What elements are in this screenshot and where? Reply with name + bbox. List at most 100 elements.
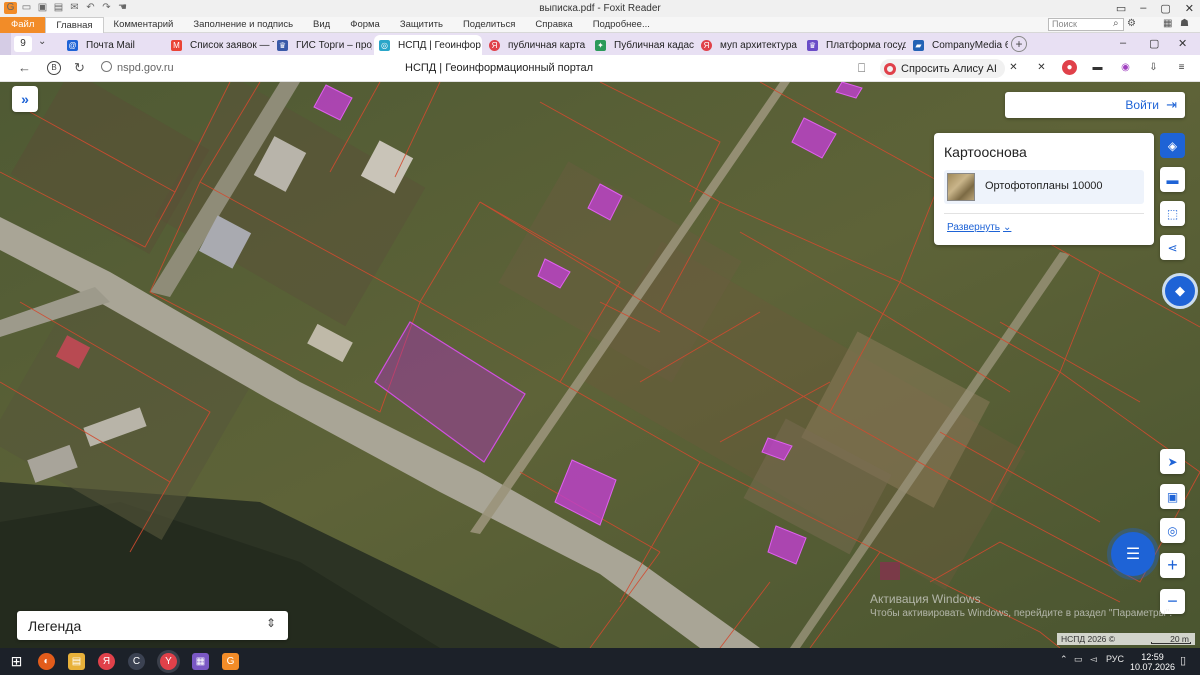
chevron-down-icon[interactable]: ⌄ (38, 36, 46, 47)
cadastral-favicon-icon: ✦ (595, 39, 606, 51)
address-bar: ← B ↻ nspd.gov.ru НСПД | Геоинформационн… (0, 55, 1200, 82)
menu-icon[interactable]: ≡ (1174, 60, 1189, 75)
browser-tab-cadastral[interactable]: ✦ Публичная кадастр (590, 35, 694, 55)
file-explorer-icon[interactable]: ▤ (68, 653, 85, 670)
ribbon-tab-protect[interactable]: Защитить (390, 17, 453, 33)
browser-tab-requests[interactable]: M Список заявок — Те (166, 35, 274, 55)
geo-search-icon[interactable]: ◎ (1160, 518, 1185, 543)
ribbon-tab-view[interactable]: Вид (303, 17, 340, 33)
close-button[interactable]: ✕ (1185, 2, 1194, 15)
firefox-icon[interactable]: ◐ (38, 653, 55, 670)
windows-activation-watermark: Активация Windows Чтобы активировать Win… (870, 592, 1173, 619)
layers-tool-icon[interactable]: ◈ (1160, 133, 1185, 158)
chevron-updown-icon: ⇕ (265, 616, 276, 630)
login-button[interactable]: Войти ⇥ (1005, 92, 1185, 118)
account-icon[interactable]: ☗ (1180, 18, 1189, 29)
extension-shield-icon[interactable]: ▬ (1090, 60, 1105, 75)
print-icon[interactable]: ▤ (52, 2, 65, 14)
emblem-favicon-icon: ♛ (277, 39, 288, 51)
share-tool-icon[interactable]: ⋖ (1160, 235, 1185, 260)
page-title: НСПД | Геоинформационный портал (405, 62, 594, 74)
window-title: выписка.pdf - Foxit Reader (539, 3, 661, 14)
redo-icon[interactable]: ↷ (100, 2, 113, 14)
extension-x2-icon[interactable]: ✕ (1034, 60, 1049, 75)
minimize-button[interactable]: – (1120, 37, 1126, 49)
ruler-tool-icon[interactable]: ▬ (1160, 167, 1185, 192)
browser-tab-strip: 9 ⌄ @ Почта Mail M Список заявок — Те ♛ … (0, 33, 1200, 55)
browser-tab-companymedia[interactable]: ▰ CompanyMedia 6.3.1 (908, 35, 1008, 55)
clock[interactable]: 12:59 10.07.2026 (1130, 652, 1175, 672)
minimize-button[interactable]: – (1140, 2, 1146, 15)
chat-icon[interactable]: ☰ (1111, 532, 1155, 576)
map-attribution: НСПД 2026 © 20 m (1057, 633, 1195, 645)
ribbon-tab-help[interactable]: Справка (525, 17, 582, 33)
settings-icon[interactable]: ⚙ (1127, 18, 1136, 29)
save-icon[interactable]: ▣ (36, 2, 49, 14)
ribbon-toggle-icon[interactable]: ▭ (1116, 2, 1126, 15)
mail-favicon-icon: @ (67, 39, 78, 51)
network-icon[interactable]: ▭ (1074, 654, 1083, 665)
url-field[interactable]: nspd.gov.ru (117, 62, 174, 74)
nspd-favicon-icon: ◎ (379, 39, 390, 51)
login-icon: ⇥ (1166, 97, 1177, 112)
maximize-button[interactable]: ▢ (1160, 2, 1170, 15)
yandex-shield-icon[interactable]: B (47, 61, 61, 75)
browser-tab-mail[interactable]: @ Почта Mail (62, 35, 170, 55)
tray-chevron-up-icon[interactable]: ⌃ (1060, 654, 1068, 665)
ribbon-tab-form[interactable]: Форма (340, 17, 390, 33)
ribbon-tab-more[interactable]: Подробнее... (583, 17, 660, 33)
alice-icon (884, 62, 896, 75)
extension-x-icon[interactable]: ✕ (1006, 60, 1021, 75)
browser-tab-mup[interactable]: Я муп архитектура ис (696, 35, 800, 55)
legend-dropdown[interactable]: Легенда ⇕ (17, 611, 288, 640)
yandex-favicon-icon: Я (701, 39, 712, 51)
browser-tab-nspd[interactable]: ◎ НСПД | Геоинфор ✕ (374, 35, 482, 55)
foxit-reader-icon[interactable]: G (222, 653, 239, 670)
locate-icon[interactable]: ➤ (1160, 449, 1185, 474)
ribbon-tab-home[interactable]: Главная (45, 17, 104, 33)
language-indicator[interactable]: РУС (1106, 654, 1124, 664)
security-icon[interactable] (101, 61, 112, 72)
ribbon-tab-file[interactable]: Файл (0, 17, 46, 33)
basemap-option-orthophoto[interactable]: Ортофотопланы 10000 (944, 170, 1144, 204)
tab-counter[interactable]: 9 (14, 36, 32, 52)
yandex-icon[interactable]: Я (98, 653, 115, 670)
notifications-icon[interactable]: ▯ (1180, 654, 1186, 667)
volume-icon[interactable]: ◅ (1090, 654, 1097, 665)
maximize-button[interactable]: ▢ (1149, 37, 1159, 50)
browser-tab-gis-torgi[interactable]: ♛ ГИС Торги – прода: (272, 35, 372, 55)
new-tab-button[interactable]: + (1011, 36, 1027, 52)
ask-alice-button[interactable]: Спросить Алису AI (880, 59, 1005, 78)
ribbon-tab-fill-sign[interactable]: Заполнение и подпись (183, 17, 303, 33)
assistant-icon[interactable]: ◆ (1162, 273, 1198, 309)
close-button[interactable]: ✕ (1178, 37, 1187, 50)
mail-icon[interactable]: ✉ (68, 2, 81, 14)
yandex-browser-icon[interactable]: Y (160, 653, 177, 670)
downloads-icon[interactable]: ⇩ (1146, 60, 1161, 75)
ribbon-tab-share[interactable]: Поделиться (453, 17, 525, 33)
bookmark-icon[interactable]: ⎕ (858, 61, 865, 76)
expand-link[interactable]: Развернуть ⌄ (947, 222, 1011, 233)
screen-icon[interactable]: ▣ (1160, 484, 1185, 509)
app-c-icon[interactable]: C (128, 653, 145, 670)
browser-tab-gov-platform[interactable]: ♛ Платформа государ (802, 35, 906, 55)
apps-icon[interactable]: ▦ (1163, 18, 1172, 29)
quick-access-toolbar: G ▭ ▣ ▤ ✉ ↶ ↷ ☚ (4, 2, 129, 14)
zoom-in-button[interactable]: + (1160, 553, 1185, 578)
scale-bar (1151, 642, 1191, 644)
extension-red-icon[interactable]: ● (1062, 60, 1077, 75)
ribbon-tab-comment[interactable]: Комментарий (104, 17, 184, 33)
open-icon[interactable]: ▭ (20, 2, 33, 14)
start-button-icon[interactable]: ⊞ (8, 653, 25, 670)
basemap-option-label: Ортофотопланы 10000 (985, 180, 1103, 192)
undo-icon[interactable]: ↶ (84, 2, 97, 14)
hand-tool-icon[interactable]: ☚ (116, 2, 129, 14)
select-area-tool-icon[interactable]: ⬚ (1160, 201, 1185, 226)
reload-icon[interactable]: ↻ (74, 60, 85, 76)
search-icon[interactable]: ⌕ (1113, 18, 1119, 29)
expand-panel-button[interactable]: » (12, 86, 38, 112)
back-icon[interactable]: ← (18, 60, 31, 75)
app-grid-icon[interactable]: ▦ (192, 653, 209, 670)
browser-tab-public-map[interactable]: Я публичная карта зе (484, 35, 588, 55)
extension-circle-icon[interactable]: ◉ (1118, 60, 1133, 75)
